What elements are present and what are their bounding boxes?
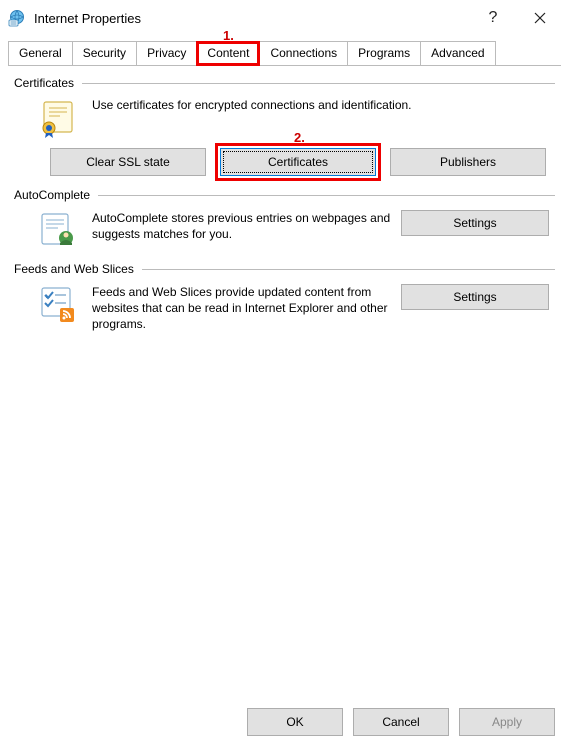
tab-security[interactable]: Security [72,41,137,66]
tab-content-pane: Certificates Use certificates for encryp… [0,66,569,333]
certificates-button[interactable]: Certificates [220,148,376,176]
tab-general[interactable]: General [8,41,73,66]
window-title: Internet Properties [34,11,141,26]
feeds-icon [38,284,78,324]
feeds-group: Feeds and Web Slices Feeds and Web [14,262,555,333]
ok-button[interactable]: OK [247,708,343,736]
annotation-2: 2. [294,130,305,145]
dialog-button-bar: OK Cancel Apply [0,694,569,750]
tab-advanced[interactable]: Advanced [420,41,495,66]
apply-button[interactable]: Apply [459,708,555,736]
autocomplete-icon [38,210,78,250]
tab-connections[interactable]: Connections [259,41,348,66]
feeds-description: Feeds and Web Slices provide updated con… [92,284,401,333]
publishers-button[interactable]: Publishers [390,148,546,176]
feeds-settings-button[interactable]: Settings [401,284,549,310]
autocomplete-group: AutoComplete AutoComplete stores previou… [14,188,555,250]
tab-strip: General Security Privacy 1. Content Conn… [0,40,569,65]
certificates-group-label: Certificates [14,76,74,90]
feeds-group-label: Feeds and Web Slices [14,262,134,276]
autocomplete-group-label: AutoComplete [14,188,90,202]
close-button[interactable] [517,0,563,36]
tab-content[interactable]: 1. Content [196,41,260,66]
internet-options-icon [8,9,26,27]
autocomplete-settings-button[interactable]: Settings [401,210,549,236]
cancel-button[interactable]: Cancel [353,708,449,736]
tab-border [8,65,561,66]
title-bar: Internet Properties ? [0,0,569,36]
autocomplete-description: AutoComplete stores previous entries on … [92,210,401,242]
annotation-1: 1. [223,28,234,43]
help-button[interactable]: ? [473,0,513,36]
tab-programs[interactable]: Programs [347,41,421,66]
certificate-icon [38,98,78,138]
certificates-description: Use certificates for encrypted connectio… [92,98,412,112]
close-icon [534,12,546,24]
certificates-group: Certificates Use certificates for encryp… [14,76,555,176]
clear-ssl-button[interactable]: Clear SSL state [50,148,206,176]
tab-privacy[interactable]: Privacy [136,41,197,66]
help-icon: ? [489,9,498,27]
